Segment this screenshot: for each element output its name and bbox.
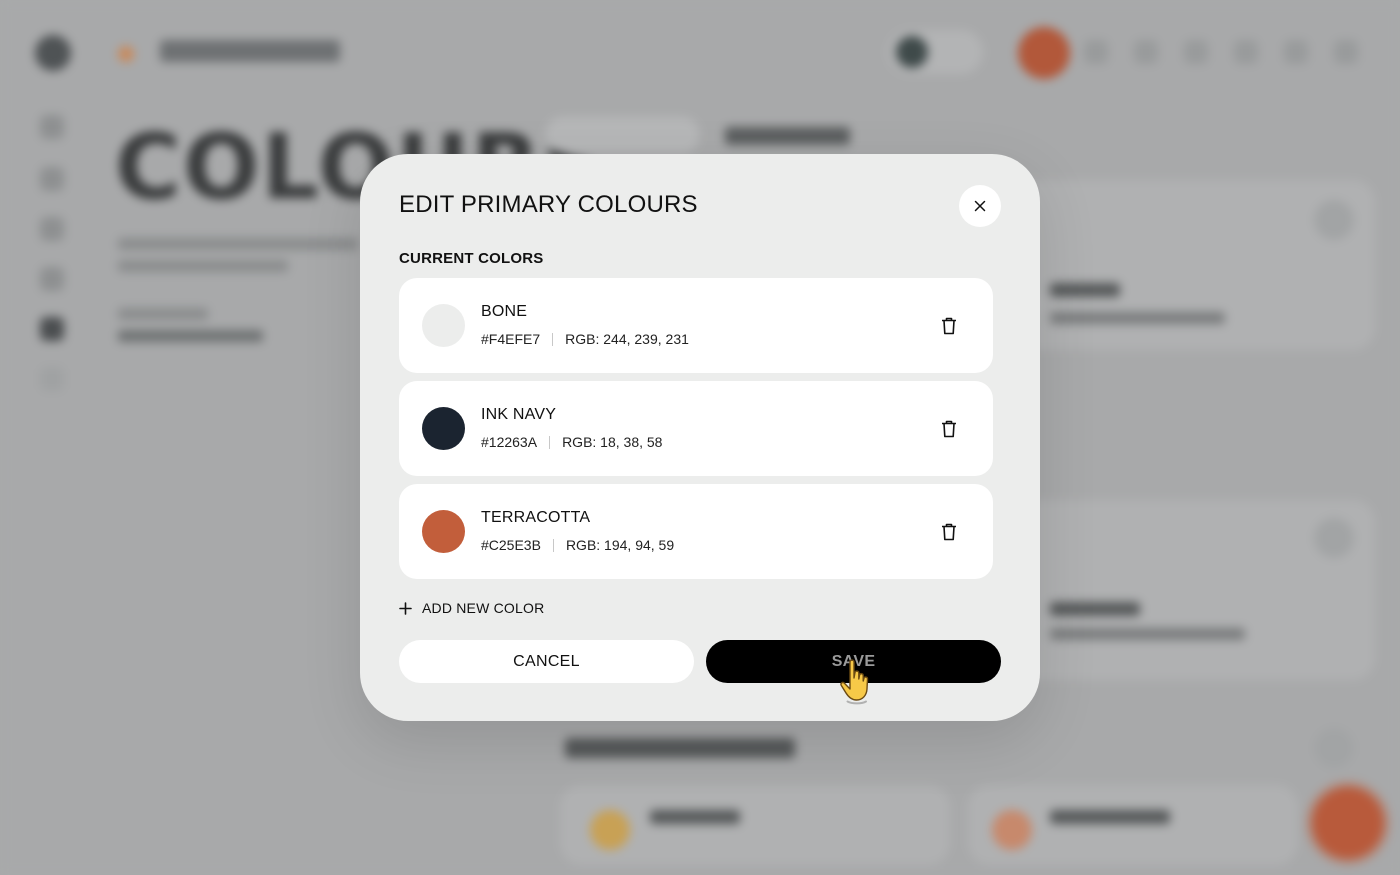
color-swatch	[422, 407, 465, 450]
close-button[interactable]	[959, 185, 1001, 227]
color-name: INK NAVY	[481, 406, 557, 423]
background-text	[118, 238, 358, 250]
background-swatch	[590, 810, 630, 850]
brand-icon	[118, 46, 134, 62]
color-swatch	[422, 304, 465, 347]
current-colors-label: CURRENT COLORS	[399, 250, 544, 267]
cancel-button[interactable]: CANCEL	[399, 640, 694, 683]
color-hex: #F4EFE7	[481, 331, 541, 347]
accent-avatar	[1018, 27, 1070, 79]
trash-icon	[942, 317, 956, 335]
color-swatch	[422, 510, 465, 553]
color-list: BONE #F4EFE7 RGB: 244, 239, 231 INK NAVY…	[399, 278, 993, 587]
background-text	[118, 330, 263, 342]
background-icon	[1314, 200, 1354, 240]
background-text	[118, 308, 208, 320]
background-text	[1050, 810, 1170, 824]
color-rgb: RGB: 194, 94, 59	[565, 537, 675, 553]
color-rgb: RGB: 18, 38, 58	[562, 434, 663, 450]
background-text	[1050, 628, 1245, 640]
color-meta: #12263A RGB: 18, 38, 58	[481, 434, 662, 450]
save-button[interactable]: SAVE	[706, 640, 1001, 683]
color-meta: #C25E3B RGB: 194, 94, 59	[481, 537, 674, 553]
user-pill	[888, 30, 983, 74]
color-card-ink-navy: INK NAVY #12263A RGB: 18, 38, 58	[399, 381, 993, 476]
toolbar-icon	[1284, 40, 1308, 64]
color-hex: #12263A	[481, 434, 538, 450]
color-rgb: RGB: 244, 239, 231	[565, 331, 689, 347]
close-icon	[974, 200, 986, 212]
color-hex: #C25E3B	[481, 537, 541, 553]
sidebar-icon	[40, 115, 64, 139]
background-topbar	[0, 0, 1400, 100]
trash-icon	[942, 523, 956, 541]
background-tab	[725, 127, 850, 145]
color-card-terracotta: TERRACOTTA #C25E3B RGB: 194, 94, 59	[399, 484, 993, 579]
background-swatch	[992, 810, 1032, 850]
color-meta: #F4EFE7 RGB: 244, 239, 231	[481, 331, 689, 347]
meta-divider	[549, 435, 551, 449]
background-text	[650, 810, 740, 824]
sidebar-icon	[40, 367, 64, 391]
color-card-bone: BONE #F4EFE7 RGB: 244, 239, 231	[399, 278, 993, 373]
sidebar-icon	[40, 317, 64, 341]
toolbar-icon	[1334, 40, 1358, 64]
background-text	[1050, 312, 1225, 324]
add-new-color-label: ADD NEW COLOR	[422, 600, 545, 616]
color-name: TERRACOTTA	[481, 509, 591, 526]
dialog-title: EDIT PRIMARY COLOURS	[399, 191, 698, 218]
background-text	[1050, 602, 1140, 616]
plus-icon	[399, 601, 412, 615]
delete-color-button[interactable]	[937, 314, 961, 338]
sidebar-icon	[40, 267, 64, 291]
sidebar-icon	[40, 167, 64, 191]
brand-name	[160, 40, 340, 62]
sidebar-icon	[40, 217, 64, 241]
add-new-color-button[interactable]: ADD NEW COLOR	[399, 600, 544, 616]
edit-colours-dialog: EDIT PRIMARY COLOURS CURRENT COLORS BONE…	[360, 154, 1040, 721]
delete-color-button[interactable]	[937, 417, 961, 441]
background-text	[1050, 283, 1120, 297]
background-icon	[1314, 518, 1354, 558]
background-icon	[1314, 728, 1354, 768]
delete-color-button[interactable]	[937, 520, 961, 544]
background-text	[118, 260, 288, 272]
meta-divider	[552, 332, 554, 346]
toolbar-icon	[1134, 40, 1158, 64]
color-name: BONE	[481, 303, 528, 320]
background-tab	[545, 117, 700, 153]
background-fab	[1312, 787, 1384, 859]
app-logo	[35, 35, 71, 71]
trash-icon	[942, 420, 956, 438]
background-text	[565, 738, 795, 758]
meta-divider	[552, 538, 554, 552]
toolbar-icon	[1184, 40, 1208, 64]
toolbar-icon	[1084, 40, 1108, 64]
toolbar-icon	[1234, 40, 1258, 64]
